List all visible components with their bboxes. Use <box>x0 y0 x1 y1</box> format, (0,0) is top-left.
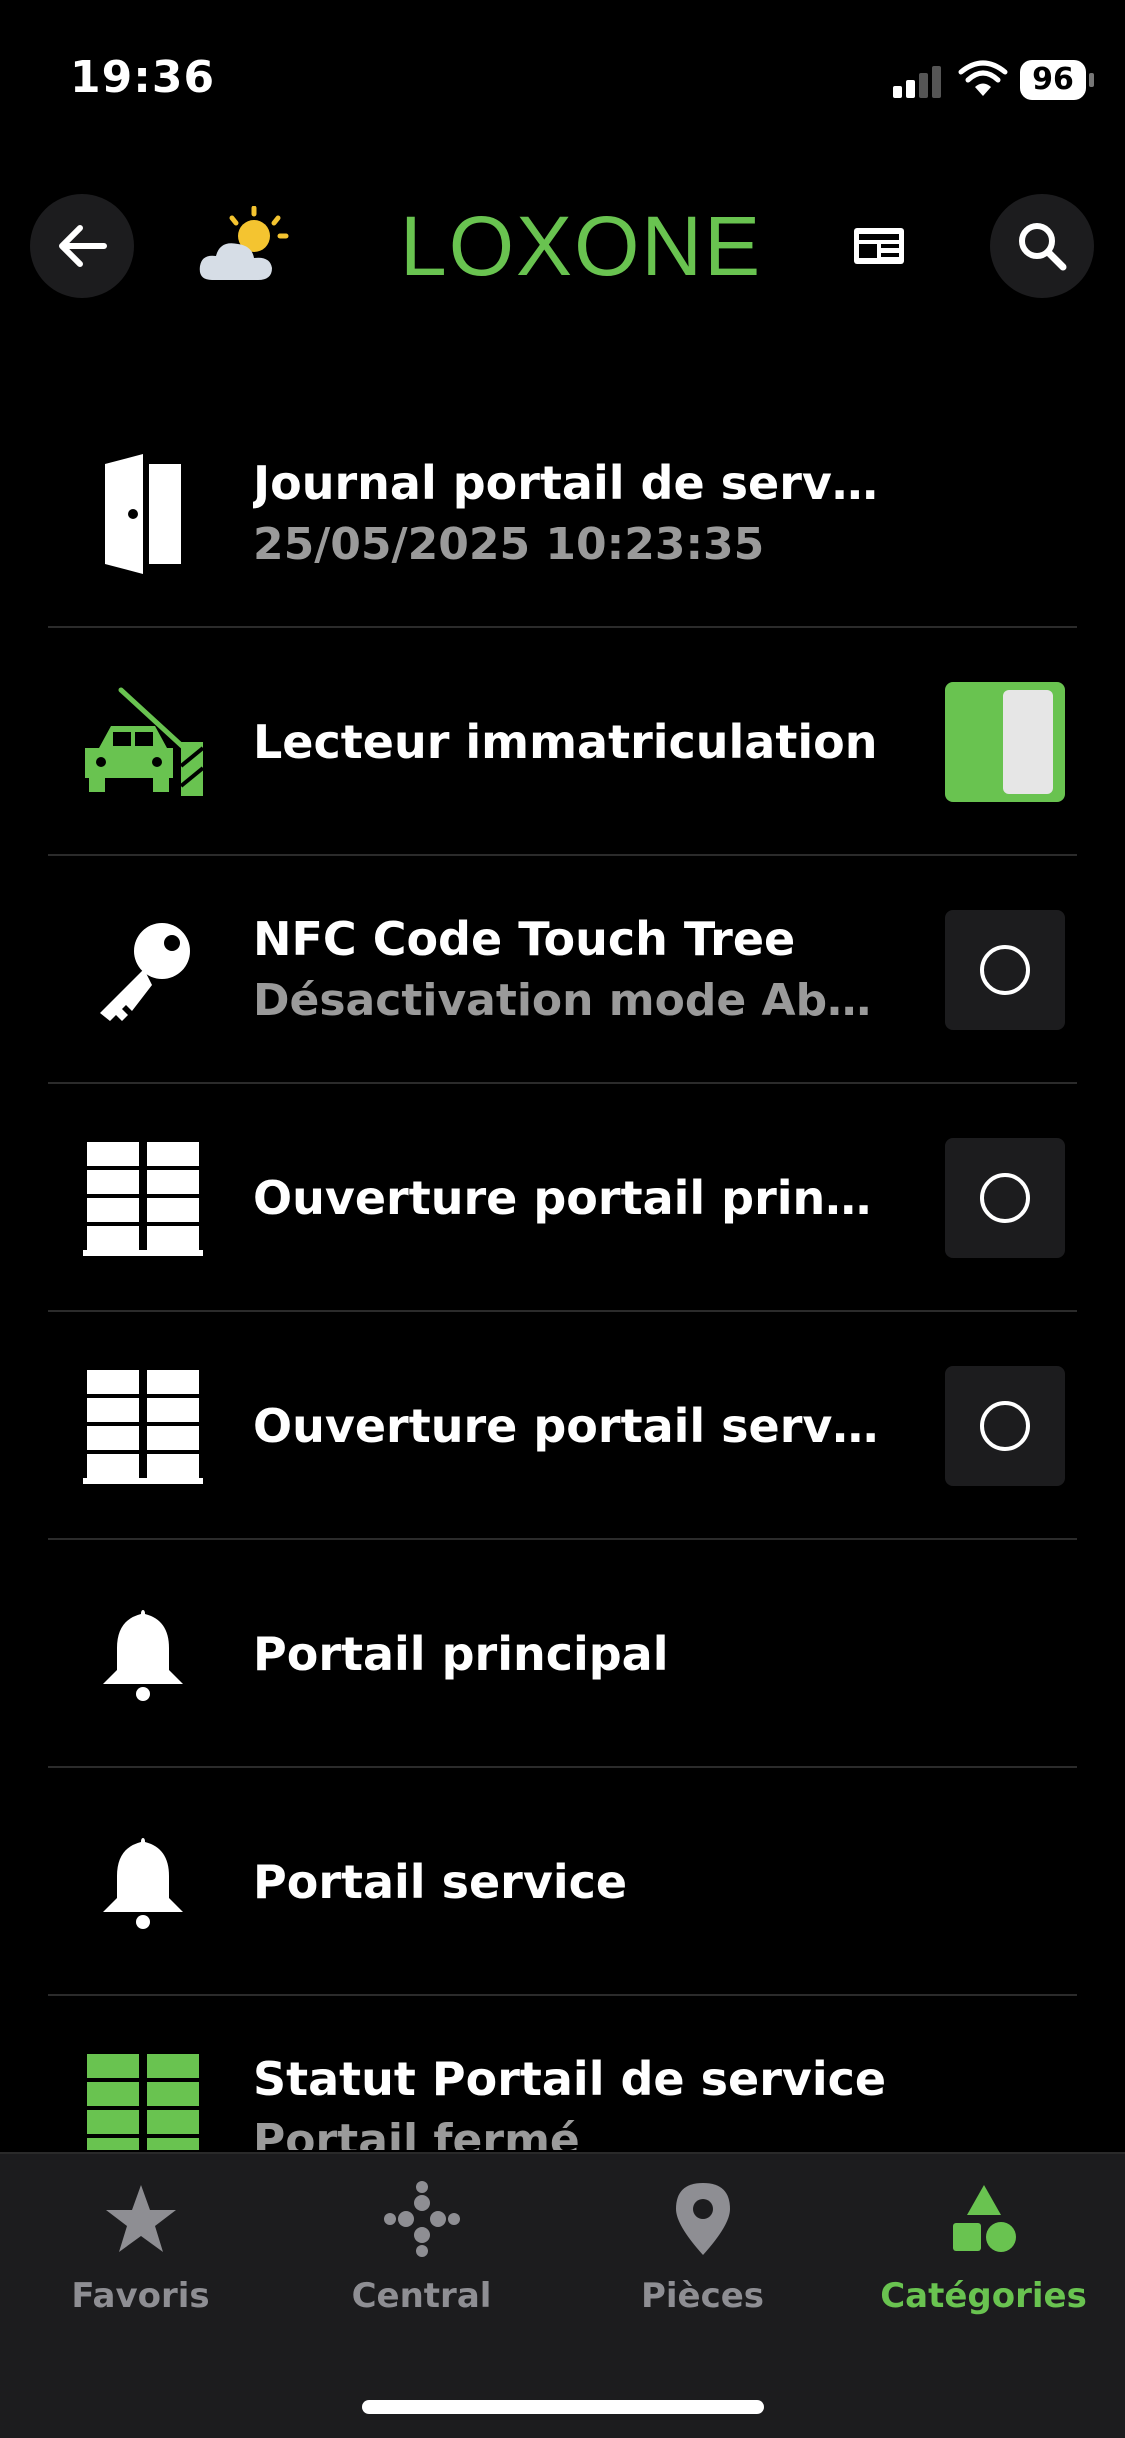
tab-categories[interactable]: Catégories <box>843 2174 1124 2316</box>
search-button[interactable] <box>990 194 1094 298</box>
item-title: Journal portail de service <box>253 456 893 510</box>
home-indicator <box>362 2400 764 2414</box>
list-item[interactable]: Portail service <box>0 1768 1125 1996</box>
item-text: Lecteur immatriculation <box>253 711 893 773</box>
item-subtitle: 25/05/2025 10:23:35 <box>253 519 765 570</box>
tab-central[interactable]: Central <box>281 2174 562 2316</box>
item-title: Ouverture portail princip... <box>253 1171 893 1225</box>
item-text: NFC Code Touch Tree Désactivation mode A… <box>253 908 893 1032</box>
item-subtitle: Portail fermé <box>253 2115 580 2150</box>
tab-label: Favoris <box>71 2276 210 2316</box>
toggle-switch[interactable] <box>945 682 1065 802</box>
header: LOXONE <box>0 180 1125 310</box>
push-button[interactable] <box>945 1366 1065 1486</box>
list-item[interactable]: Statut Portail de service Portail fermé <box>0 1996 1125 2150</box>
toggle-knob <box>1003 690 1053 794</box>
central-dots-icon <box>281 2174 562 2264</box>
list-item[interactable]: Ouverture portail princip... <box>0 1084 1125 1312</box>
back-arrow-icon <box>59 225 107 267</box>
item-text: Journal portail de service 25/05/2025 10… <box>253 452 893 576</box>
status-time: 19:36 <box>70 52 216 103</box>
list-item[interactable]: NFC Code Touch Tree Désactivation mode A… <box>0 856 1125 1084</box>
key-icon <box>78 905 208 1035</box>
newspaper-icon[interactable] <box>852 226 906 266</box>
tab-pieces[interactable]: Pièces <box>562 2174 843 2316</box>
item-text: Portail service <box>253 1851 893 1913</box>
star-icon <box>0 2174 281 2264</box>
circle-icon <box>980 945 1030 995</box>
item-title: Portail service <box>253 1855 628 1909</box>
list-item[interactable]: Portail principal <box>0 1540 1125 1768</box>
door-icon <box>78 449 208 579</box>
item-text: Ouverture portail princip... <box>253 1167 893 1229</box>
car-barrier-icon <box>78 677 208 807</box>
list-item[interactable]: Ouverture portail service <box>0 1312 1125 1540</box>
item-title: Portail principal <box>253 1627 669 1681</box>
circle-icon <box>980 1401 1030 1451</box>
item-title: Ouverture portail service <box>253 1399 893 1453</box>
item-text: Portail principal <box>253 1623 893 1685</box>
tab-label: Central <box>351 2276 492 2316</box>
location-pin-icon <box>562 2174 843 2264</box>
gate-green-icon <box>78 2045 208 2150</box>
circle-icon <box>980 1173 1030 1223</box>
item-text: Statut Portail de service Portail fermé <box>253 2048 893 2150</box>
tab-label: Pièces <box>640 2276 765 2316</box>
battery-tip <box>1089 73 1094 87</box>
list-item[interactable]: Journal portail de service 25/05/2025 10… <box>0 400 1125 628</box>
back-button[interactable] <box>30 194 134 298</box>
cellular-signal-icon <box>893 66 941 98</box>
item-text: Ouverture portail service <box>253 1395 893 1457</box>
wifi-icon <box>958 60 1008 96</box>
push-button[interactable] <box>945 1138 1065 1258</box>
weather-partly-cloudy-icon[interactable] <box>198 206 292 286</box>
brand-logo: LOXONE <box>400 199 763 293</box>
bell-icon <box>78 1589 208 1719</box>
category-list: Journal portail de service 25/05/2025 10… <box>0 400 1125 2150</box>
item-title: NFC Code Touch Tree <box>253 912 796 966</box>
push-button[interactable] <box>945 910 1065 1030</box>
categories-shapes-icon <box>843 2174 1124 2264</box>
bell-icon <box>78 1817 208 1947</box>
status-bar: 19:36 96 <box>0 0 1125 160</box>
item-title: Lecteur immatriculation <box>253 715 878 769</box>
gate-icon <box>78 1133 208 1263</box>
battery-level: 96 <box>1020 60 1086 100</box>
tab-bar: Favoris Central Pièces Catégories <box>0 2152 1125 2438</box>
search-icon <box>1019 223 1067 271</box>
item-title: Statut Portail de service <box>253 2052 887 2106</box>
item-subtitle: Désactivation mode Abs... <box>253 975 893 1026</box>
tab-favoris[interactable]: Favoris <box>0 2174 281 2316</box>
tab-label: Catégories <box>880 2276 1087 2316</box>
list-item[interactable]: Lecteur immatriculation <box>0 628 1125 856</box>
gate-icon <box>78 1361 208 1491</box>
